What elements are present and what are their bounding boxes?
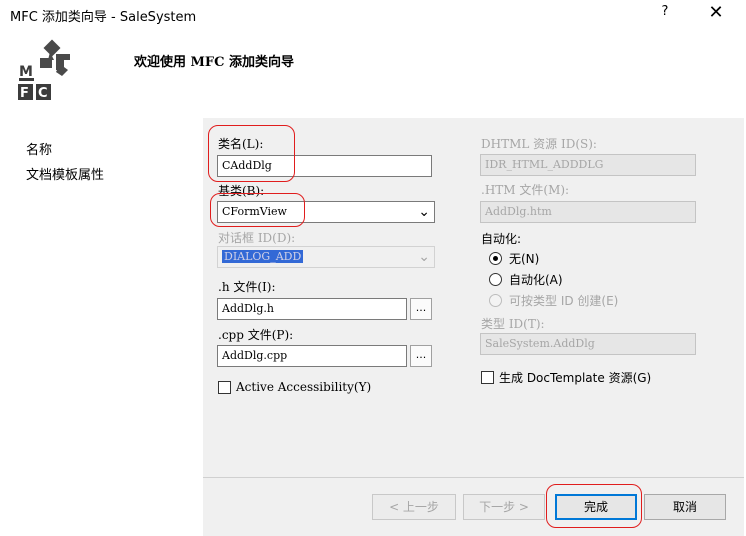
logo-letter-f: F <box>20 86 29 101</box>
logo-letter-m: M <box>19 64 33 80</box>
radio-automation-label: 自动化(A) <box>509 273 563 287</box>
type-id-input[interactable]: SaleSystem.AddDlg <box>480 333 696 355</box>
active-accessibility-label: Active Accessibility(Y) <box>236 380 372 394</box>
automation-label: 自动化: <box>481 232 522 246</box>
prev-button[interactable]: < 上一步 <box>372 494 456 520</box>
doctemplate-checkbox[interactable] <box>481 371 494 384</box>
dialog-id-value: DIALOG_ADD <box>222 250 304 263</box>
h-file-label: .h 文件(I): <box>218 280 276 294</box>
page-title: 欢迎使用 MFC 添加类向导 <box>134 55 295 70</box>
active-accessibility-checkbox[interactable] <box>218 381 231 394</box>
close-button[interactable]: ✕ <box>704 2 728 26</box>
radio-automation[interactable] <box>489 273 502 286</box>
radio-none-label: 无(N) <box>509 252 540 266</box>
cpp-file-label: .cpp 文件(P): <box>218 328 294 342</box>
help-button[interactable]: ? <box>655 4 675 24</box>
dhtml-id-input[interactable]: IDR_HTML_ADDDLG <box>480 154 696 176</box>
panel-divider <box>203 477 744 478</box>
chevron-down-icon: ⌄ <box>418 249 430 265</box>
h-file-browse-button[interactable]: ... <box>410 298 432 320</box>
h-file-input[interactable]: AddDlg.h <box>217 298 407 320</box>
logo-letter-c: C <box>38 86 48 101</box>
htm-file-label: .HTM 文件(M): <box>481 183 570 197</box>
htm-file-input[interactable]: AddDlg.htm <box>480 201 696 223</box>
radio-createable-typeid-label: 可按类型 ID 创建(E) <box>509 294 619 308</box>
window-title: MFC 添加类向导 - SaleSystem <box>10 10 197 25</box>
puzzle-icon <box>40 39 70 76</box>
type-id-label: 类型 ID(T): <box>481 317 545 331</box>
dialog-id-label: 对话框 ID(D): <box>218 231 296 245</box>
mfc-logo: M F C <box>16 38 82 104</box>
sidebar-item-doctemplate[interactable]: 文档模板属性 <box>26 164 104 183</box>
chevron-down-icon: ⌄ <box>418 204 430 220</box>
cpp-file-browse-button[interactable]: ... <box>410 345 432 367</box>
cancel-button[interactable]: 取消 <box>644 494 726 520</box>
cpp-file-input[interactable]: AddDlg.cpp <box>217 345 407 367</box>
annotation-finish <box>546 484 642 528</box>
radio-none[interactable] <box>489 252 502 265</box>
sidebar-item-name[interactable]: 名称 <box>26 139 52 158</box>
annotation-base-class <box>210 193 305 227</box>
next-button[interactable]: 下一步 > <box>463 494 545 520</box>
doctemplate-label: 生成 DocTemplate 资源(G) <box>499 371 652 385</box>
radio-createable-typeid[interactable] <box>489 294 502 307</box>
annotation-class-name <box>208 125 295 182</box>
dhtml-id-label: DHTML 资源 ID(S): <box>481 137 597 151</box>
dialog-id-select[interactable]: DIALOG_ADD ⌄ <box>217 246 435 268</box>
